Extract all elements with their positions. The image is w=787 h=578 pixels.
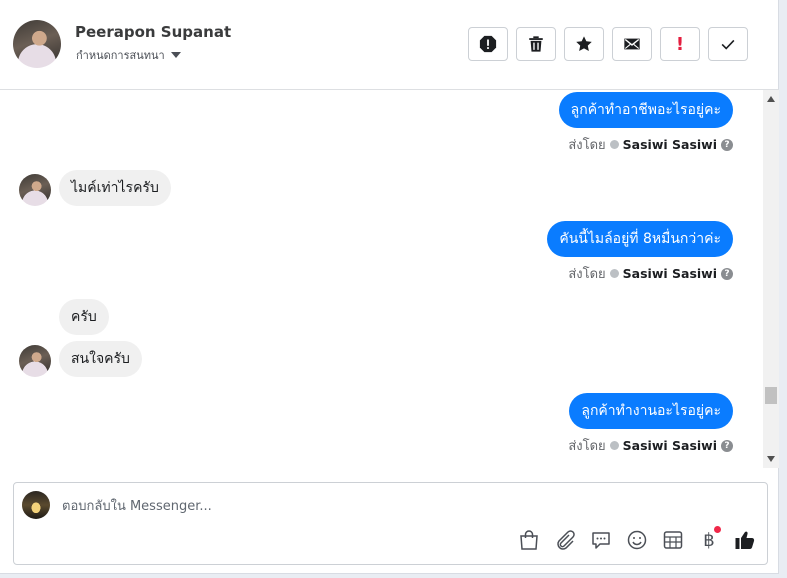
message-bubble-outgoing[interactable]: ลูกค้าทำอาชีพอะไรอยู่คะ <box>558 92 733 128</box>
message-bubble-incoming[interactable]: ครับ <box>59 299 109 335</box>
reply-input[interactable] <box>60 493 744 519</box>
conversation-panel: Peerapon Supanat กำหนดการสนทนา ! ลูกค้าท… <box>0 0 779 574</box>
scroll-down-arrow-icon[interactable] <box>767 456 775 462</box>
page-badge-icon <box>609 269 619 278</box>
attach-button[interactable] <box>553 528 577 552</box>
alert-circle-icon <box>479 35 497 53</box>
envelope-icon <box>624 38 640 50</box>
thumbs-up-icon <box>735 531 755 549</box>
sent-by-label: ส่งโดย <box>568 267 606 282</box>
message-bubble-outgoing[interactable]: คันนี้ไมล์อยู่ที่ 8หมื่นกว่าค่ะ <box>547 221 733 257</box>
exclamation-icon: ! <box>675 33 685 55</box>
help-icon[interactable]: ? <box>721 439 733 452</box>
agent-name[interactable]: Sasiwi Sasiwi <box>623 438 717 453</box>
follow-up-button[interactable]: ! <box>660 27 700 61</box>
sent-by-label: ส่งโดย <box>568 439 606 454</box>
agent-name[interactable]: Sasiwi Sasiwi <box>623 266 717 281</box>
mark-spam-button[interactable] <box>468 27 508 61</box>
star-icon <box>576 36 592 52</box>
scroll-up-arrow-icon[interactable] <box>767 96 775 102</box>
mark-unread-button[interactable] <box>612 27 652 61</box>
message-scrollbar[interactable] <box>763 90 779 468</box>
shopping-bag-icon <box>520 530 538 550</box>
message-bubble-incoming[interactable]: สนใจครับ <box>59 341 142 377</box>
trash-icon <box>529 36 543 52</box>
star-button[interactable] <box>564 27 604 61</box>
saved-replies-button[interactable] <box>589 528 613 552</box>
payment-baht-icon: ฿ <box>703 529 715 551</box>
delete-button[interactable] <box>516 27 556 61</box>
emoji-button[interactable] <box>625 528 649 552</box>
message-bubble-incoming[interactable]: ไมค์เท่าไรครับ <box>59 170 171 206</box>
payment-button[interactable]: ฿ <box>697 526 721 552</box>
composer-toolbar: ฿ <box>517 526 757 552</box>
notification-dot <box>714 526 721 533</box>
message-bubble-outgoing[interactable]: ลูกค้าทำงานอะไรอยู่คะ <box>569 393 733 429</box>
mark-done-button[interactable] <box>708 27 748 61</box>
like-button[interactable] <box>733 528 757 552</box>
agent-name[interactable]: Sasiwi Sasiwi <box>623 137 717 152</box>
paperclip-icon <box>557 530 575 550</box>
appointment-button[interactable] <box>661 528 685 552</box>
saved-reply-icon <box>592 532 610 549</box>
reply-composer: ฿ <box>13 482 768 565</box>
conversation-header: Peerapon Supanat กำหนดการสนทนา ! <box>0 0 779 90</box>
appointment-icon <box>663 531 683 549</box>
page-avatar <box>22 491 50 519</box>
check-icon <box>721 39 735 50</box>
help-icon[interactable]: ? <box>721 138 733 151</box>
contact-avatar-small[interactable] <box>19 174 51 206</box>
page-badge-icon <box>609 140 619 149</box>
sent-by-line: ส่งโดย Sasiwi Sasiwi ? <box>568 134 733 155</box>
caret-down-icon <box>170 52 181 58</box>
conversation-label-dropdown[interactable]: กำหนดการสนทนา <box>76 46 181 64</box>
sent-by-line: ส่งโดย Sasiwi Sasiwi ? <box>568 263 733 284</box>
contact-avatar[interactable] <box>13 20 61 68</box>
page-badge-icon <box>609 441 619 450</box>
header-actions: ! <box>468 27 748 61</box>
contact-name[interactable]: Peerapon Supanat <box>75 23 231 41</box>
sent-by-line: ส่งโดย Sasiwi Sasiwi ? <box>568 435 733 456</box>
help-icon[interactable]: ? <box>721 267 733 280</box>
shop-button[interactable] <box>517 528 541 552</box>
scroll-thumb[interactable] <box>765 387 777 404</box>
emoji-icon <box>627 530 647 550</box>
message-list: ลูกค้าทำอาชีพอะไรอยู่คะ ส่งโดย Sasiwi Sa… <box>0 90 763 468</box>
sent-by-label: ส่งโดย <box>568 138 606 153</box>
contact-avatar-small[interactable] <box>19 345 51 377</box>
conversation-label-text: กำหนดการสนทนา <box>76 49 165 62</box>
